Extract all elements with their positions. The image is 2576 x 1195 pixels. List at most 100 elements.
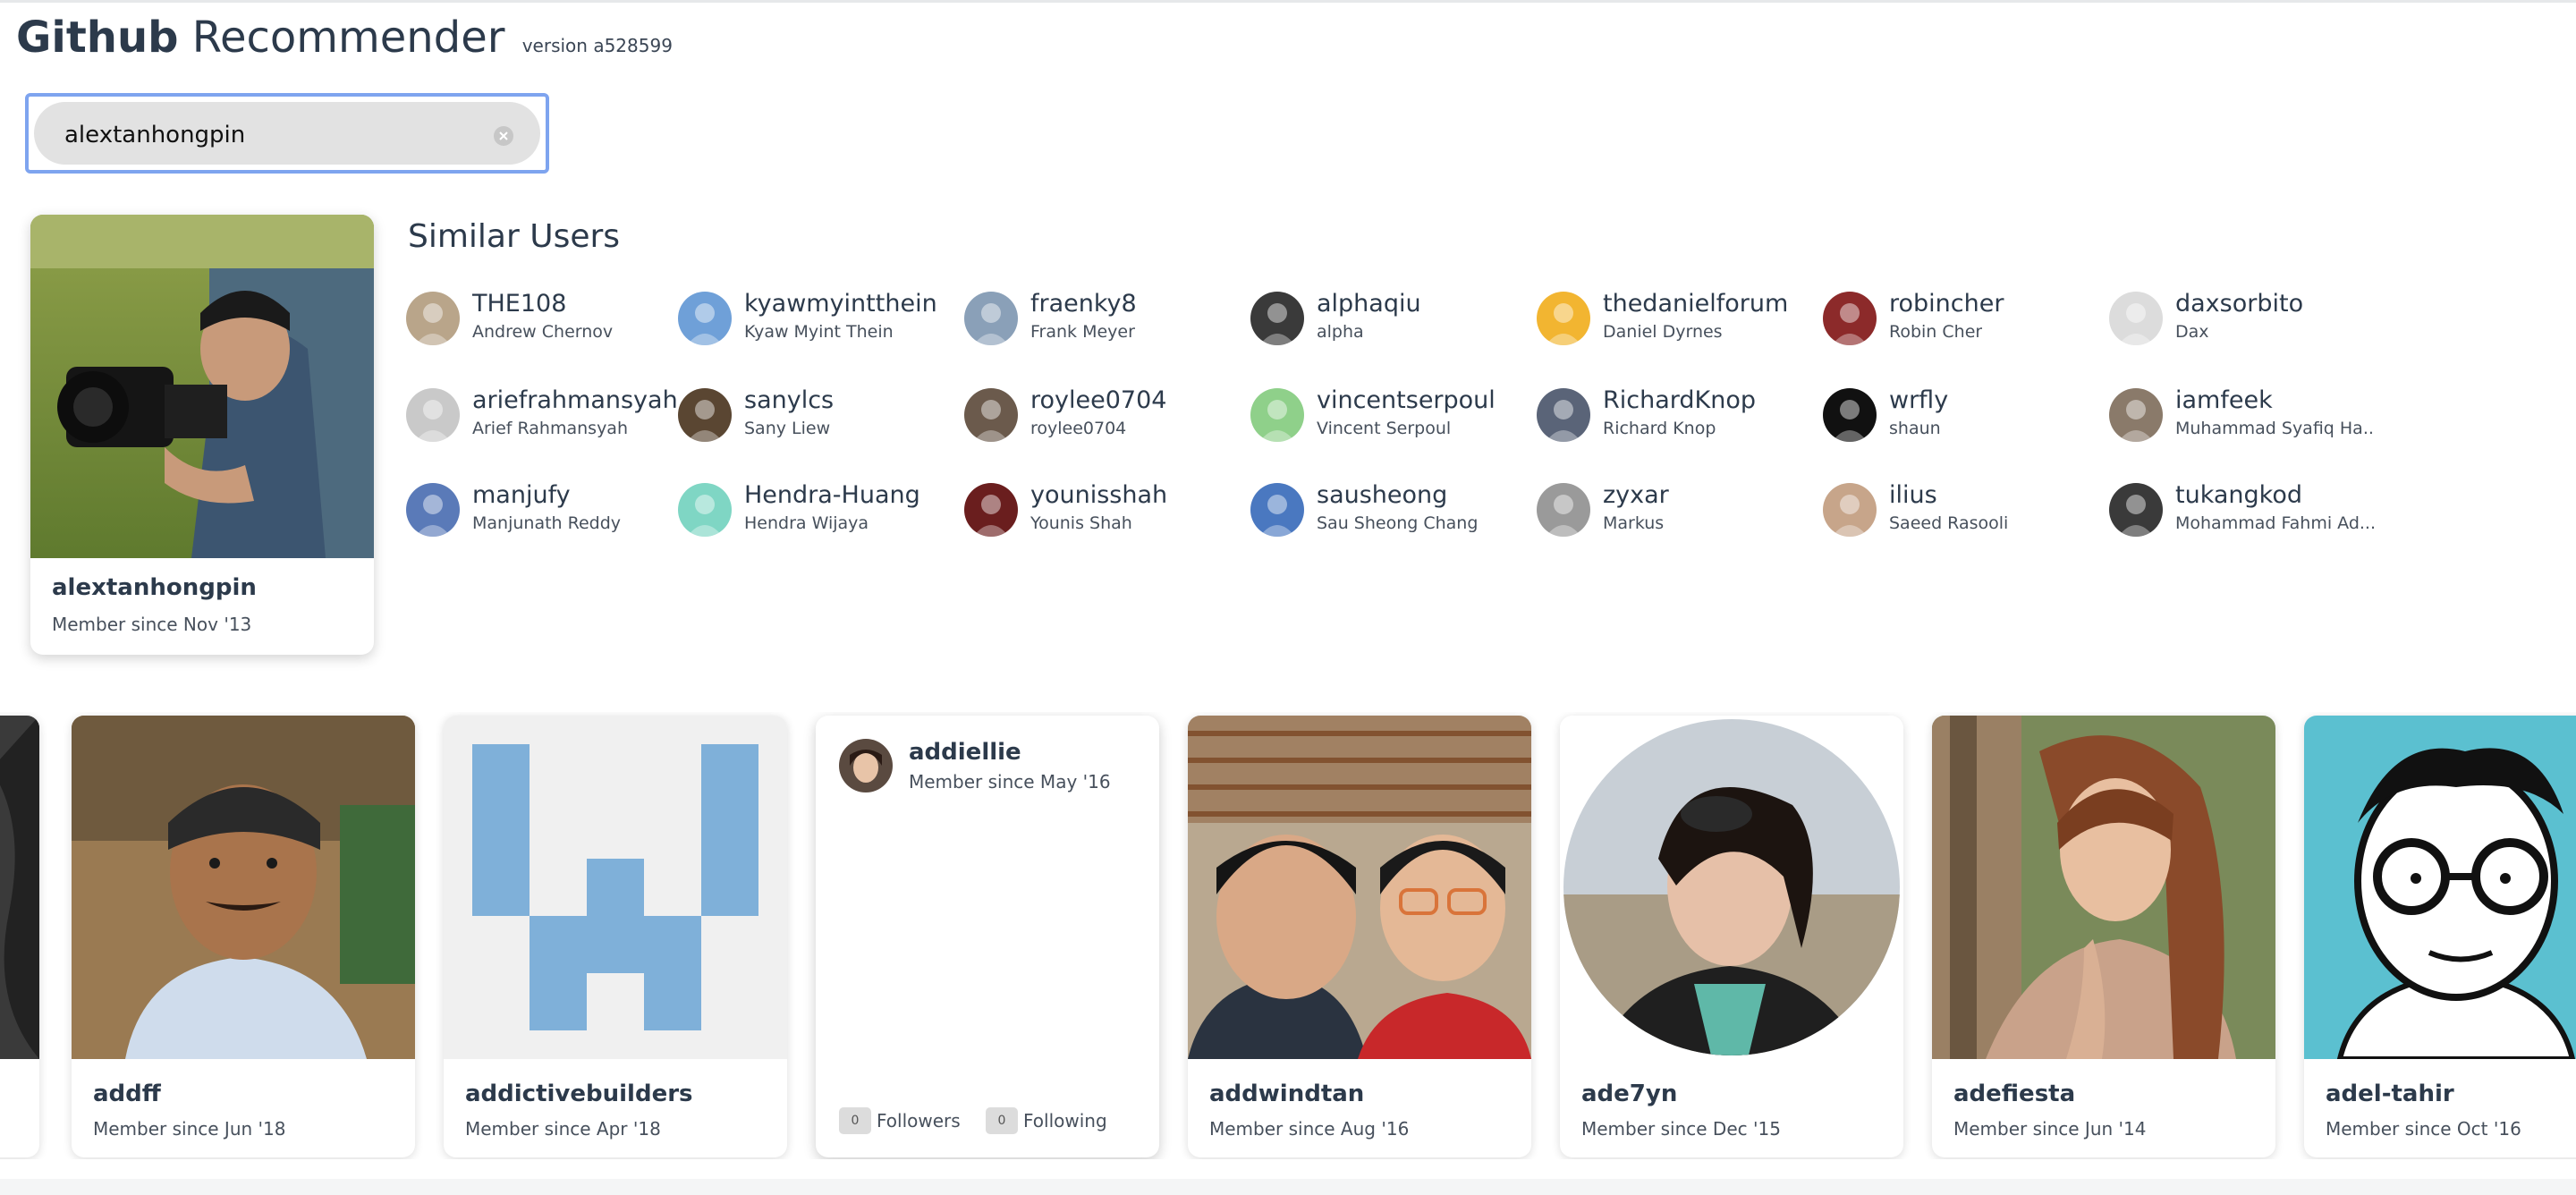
similar-user-login[interactable]: ilius <box>1889 481 1937 509</box>
similar-user-avatar[interactable] <box>1250 388 1304 442</box>
similar-user-login[interactable]: younisshah <box>1030 481 1167 509</box>
user-card-login[interactable]: addictivebuilders <box>465 1081 693 1107</box>
similar-user-avatar[interactable] <box>1537 388 1590 442</box>
similar-user-item[interactable]: daxsorbito Dax <box>2109 288 2386 352</box>
search-input[interactable] <box>64 114 458 156</box>
user-card-addwindtan[interactable]: addwindtan Member since Aug '16 <box>1188 716 1531 1157</box>
similar-user-avatar[interactable] <box>1537 483 1590 537</box>
similar-user-login[interactable]: alphaqiu <box>1317 290 1421 318</box>
similar-user-login[interactable]: ariefrahmansyah <box>472 386 678 414</box>
similar-user-login[interactable]: roylee0704 <box>1030 386 1166 414</box>
similar-user-item[interactable]: sausheong Sau Sheong Chang <box>1250 479 1528 544</box>
similar-user-item[interactable]: fraenky8 Frank Meyer <box>964 288 1241 352</box>
similar-user-avatar[interactable] <box>2109 483 2163 537</box>
similar-user-login[interactable]: RichardKnop <box>1603 386 1756 414</box>
similar-user-login[interactable]: thedanielforum <box>1603 290 1788 318</box>
similar-user-fullname: roylee0704 <box>1030 419 1127 438</box>
similar-user-avatar[interactable] <box>406 292 460 345</box>
user-card-login[interactable]: ade7yn <box>1581 1081 1677 1107</box>
similar-user-login[interactable]: iamfeek <box>2175 386 2273 414</box>
similar-user-avatar[interactable] <box>1823 388 1877 442</box>
similar-user-item[interactable]: THE108 Andrew Chernov <box>406 288 683 352</box>
user-card-login[interactable]: addiellie <box>909 739 1021 766</box>
similar-user-fullname: shaun <box>1889 419 1941 438</box>
user-card-login[interactable]: addwindtan <box>1209 1081 1364 1107</box>
similar-user-avatar[interactable] <box>964 483 1018 537</box>
similar-user-avatar[interactable] <box>1537 292 1590 345</box>
similar-user-login[interactable]: kyawmyintthein <box>744 290 937 318</box>
similar-user-avatar[interactable] <box>1250 483 1304 537</box>
user-card-adel-tahir[interactable]: adel-tahir Member since Oct '16 <box>2304 716 2576 1157</box>
similar-user-login[interactable]: Hendra-Huang <box>744 481 920 509</box>
user-card-addff[interactable]: addff Member since Jun '18 <box>72 716 415 1157</box>
similar-user-login[interactable]: wrfly <box>1889 386 1948 414</box>
selected-user-card[interactable]: alextanhongpin Member since Nov '13 <box>30 215 374 655</box>
app-title-bold: Github <box>16 13 179 63</box>
similar-user-item[interactable]: robincher Robin Cher <box>1823 288 2100 352</box>
followers-label[interactable]: Followers <box>877 1110 961 1131</box>
similar-user-avatar[interactable] <box>1823 292 1877 345</box>
similar-user-item[interactable]: ilius Saeed Rasooli <box>1823 479 2100 544</box>
similar-user-avatar[interactable] <box>1823 483 1877 537</box>
similar-user-login[interactable]: sausheong <box>1317 481 1447 509</box>
user-card-ade7yn[interactable]: ade7yn Member since Dec '15 <box>1560 716 1903 1157</box>
similar-user-login[interactable]: vincentserpoul <box>1317 386 1496 414</box>
user-card-addiellie[interactable]: addiellie Member since May '16 0 Followe… <box>816 716 1159 1157</box>
similar-user-login[interactable]: tukangkod <box>2175 481 2302 509</box>
selected-user-login[interactable]: alextanhongpin <box>52 574 257 601</box>
user-card-member-since: Member since Dec '15 <box>1581 1118 1781 1140</box>
user-card-addictivebuilders[interactable]: addictivebuilders Member since Apr '18 <box>444 716 787 1157</box>
user-card-login[interactable]: adel-tahir <box>2326 1081 2454 1107</box>
similar-user-avatar[interactable] <box>678 292 732 345</box>
similar-user-fullname: Hendra Wijaya <box>744 513 869 533</box>
search-box[interactable] <box>25 93 549 174</box>
similar-user-login[interactable]: daxsorbito <box>2175 290 2303 318</box>
similar-user-avatar[interactable] <box>406 388 460 442</box>
followers-count-badge: 0 <box>839 1107 871 1134</box>
similar-user-avatar[interactable] <box>964 292 1018 345</box>
similar-user-item[interactable]: younisshah Younis Shah <box>964 479 1241 544</box>
similar-user-login[interactable]: manjufy <box>472 481 571 509</box>
similar-user-item[interactable]: vincentserpoul Vincent Serpoul <box>1250 385 1528 449</box>
similar-user-item[interactable]: zyxar Markus <box>1537 479 1814 544</box>
app-title: Github Recommender version a528599 <box>16 13 673 63</box>
similar-user-item[interactable]: RichardKnop Richard Knop <box>1537 385 1814 449</box>
following-label[interactable]: Following <box>1023 1110 1107 1131</box>
similar-user-item[interactable]: roylee0704 roylee0704 <box>964 385 1241 449</box>
search-pill <box>34 102 540 165</box>
similar-user-fullname: Muhammad Syafiq Ha... <box>2175 419 2374 438</box>
similar-user-fullname: Arief Rahmansyah <box>472 419 628 438</box>
user-card-adefiesta[interactable]: adefiesta Member since Jun '14 <box>1932 716 2275 1157</box>
similar-user-avatar[interactable] <box>1250 292 1304 345</box>
clear-search-icon[interactable] <box>494 126 513 146</box>
user-card-login[interactable]: addff <box>93 1081 161 1107</box>
similar-user-avatar[interactable] <box>406 483 460 537</box>
similar-user-login[interactable]: robincher <box>1889 290 2004 318</box>
user-card-partial[interactable] <box>0 716 39 1157</box>
similar-user-avatar[interactable] <box>964 388 1018 442</box>
similar-user-item[interactable]: wrfly shaun <box>1823 385 2100 449</box>
similar-user-item[interactable]: iamfeek Muhammad Syafiq Ha... <box>2109 385 2386 449</box>
similar-user-item[interactable]: kyawmyintthein Kyaw Myint Thein <box>678 288 955 352</box>
similar-user-item[interactable]: manjufy Manjunath Reddy <box>406 479 683 544</box>
similar-user-item[interactable]: ariefrahmansyah Arief Rahmansyah <box>406 385 683 449</box>
user-card-photo <box>1188 716 1531 1059</box>
similar-user-item[interactable]: sanylcs Sany Liew <box>678 385 955 449</box>
user-card-login[interactable]: adefiesta <box>1953 1081 2075 1107</box>
following-count-badge: 0 <box>986 1107 1018 1134</box>
similar-user-login[interactable]: sanylcs <box>744 386 834 414</box>
similar-user-item[interactable]: alphaqiu alpha <box>1250 288 1528 352</box>
similar-user-avatar[interactable] <box>2109 388 2163 442</box>
similar-user-item[interactable]: Hendra-Huang Hendra Wijaya <box>678 479 955 544</box>
similar-user-login[interactable]: THE108 <box>472 290 566 318</box>
similar-user-login[interactable]: fraenky8 <box>1030 290 1137 318</box>
similar-user-avatar[interactable] <box>678 388 732 442</box>
similar-user-avatar[interactable] <box>2109 292 2163 345</box>
similar-user-login[interactable]: zyxar <box>1603 481 1669 509</box>
similar-user-item[interactable]: tukangkod Mohammad Fahmi Ad... <box>2109 479 2386 544</box>
user-card-photo <box>1932 716 2275 1059</box>
similar-user-avatar[interactable] <box>678 483 732 537</box>
similar-user-fullname: Frank Meyer <box>1030 322 1135 342</box>
user-card-member-since: Member since May '16 <box>909 771 1111 792</box>
similar-user-item[interactable]: thedanielforum Daniel Dyrnes <box>1537 288 1814 352</box>
